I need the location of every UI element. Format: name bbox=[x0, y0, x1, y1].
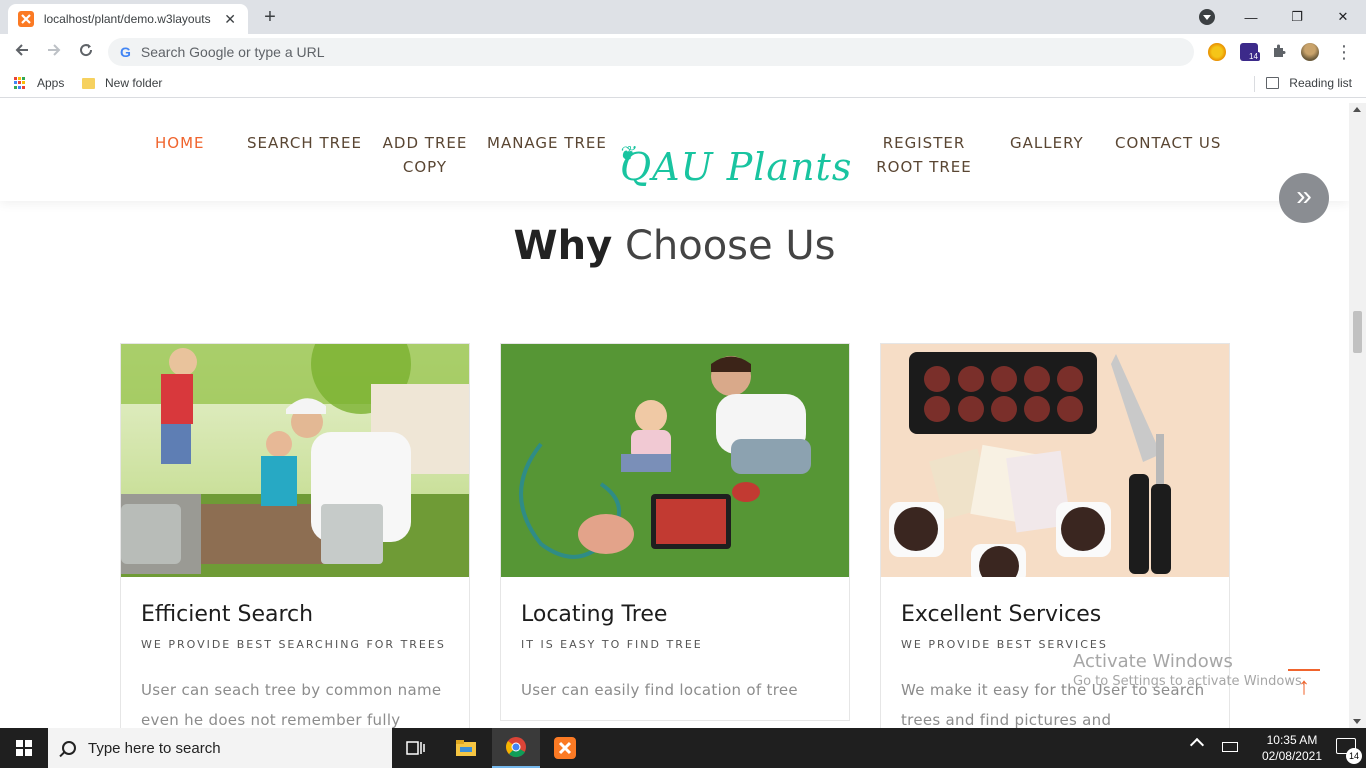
watermark-title: Activate Windows bbox=[1073, 651, 1233, 672]
gardening-family-photo bbox=[121, 344, 469, 577]
task-view-icon[interactable] bbox=[392, 728, 440, 768]
taskbar-search-placeholder: Type here to search bbox=[88, 739, 221, 757]
extension-icon[interactable] bbox=[1208, 43, 1226, 61]
reading-list-button[interactable]: Reading list bbox=[1266, 76, 1352, 90]
site-logo[interactable]: ❦ QAU Plants bbox=[618, 141, 853, 189]
new-tab-button[interactable]: + bbox=[258, 6, 282, 28]
back-icon[interactable] bbox=[10, 40, 34, 64]
card-text: User can seach tree by common name even … bbox=[141, 681, 442, 728]
start-button[interactable] bbox=[0, 728, 48, 768]
double-chevron-right-button[interactable]: » bbox=[1279, 173, 1329, 223]
watermark-subtitle: Go to Settings to activate Windows. bbox=[1073, 674, 1306, 689]
card-title: Locating Tree bbox=[521, 602, 668, 627]
avatar[interactable] bbox=[1301, 43, 1319, 61]
card-title: Excellent Services bbox=[901, 602, 1102, 627]
puzzle-icon[interactable] bbox=[1271, 43, 1289, 61]
feature-card-locating-tree: Locating Tree IT IS EASY TO FIND TREE Us… bbox=[500, 343, 850, 721]
bookmarks-bar: Apps New folder Reading list bbox=[0, 70, 1366, 98]
minimize-button[interactable]: — bbox=[1228, 10, 1274, 25]
card-subtitle: WE PROVIDE BEST SERVICES bbox=[901, 638, 1108, 651]
nav-add-tree-copy[interactable]: ADD TREE COPY bbox=[382, 131, 468, 179]
bookmark-label: New folder bbox=[105, 76, 163, 90]
bookmarks-divider bbox=[1254, 76, 1255, 92]
education-extension-icon[interactable]: 14 bbox=[1240, 43, 1260, 61]
browser-tab-strip: localhost/plant/demo.w3layouts ✕ + — ❐ ✕ bbox=[0, 0, 1366, 34]
activate-windows-watermark: Activate Windows Go to Settings to activ… bbox=[1073, 651, 1306, 689]
scroll-up-icon[interactable] bbox=[1353, 107, 1361, 112]
clock-date: 02/08/2021 bbox=[1261, 749, 1322, 763]
file-explorer-icon[interactable] bbox=[442, 728, 490, 768]
section-title-light: Choose Us bbox=[624, 223, 836, 269]
folder-icon bbox=[82, 77, 95, 89]
card-title: Efficient Search bbox=[141, 602, 314, 627]
chrome-taskbar-icon[interactable] bbox=[492, 728, 540, 768]
reading-list-label: Reading list bbox=[1289, 76, 1352, 90]
nav-contact-us[interactable]: CONTACT US bbox=[1115, 131, 1221, 155]
notification-badge: 14 bbox=[1346, 748, 1362, 764]
tab-close-icon[interactable]: ✕ bbox=[222, 11, 238, 28]
back-to-top-button[interactable]: ↑ bbox=[1288, 669, 1320, 703]
logo-text: QAU Plants bbox=[620, 145, 853, 189]
scroll-thumb[interactable] bbox=[1353, 311, 1362, 353]
nav-register-root-tree[interactable]: REGISTER ROOT TREE bbox=[876, 131, 972, 179]
close-window-button[interactable]: ✕ bbox=[1320, 9, 1366, 25]
xampp-taskbar-icon[interactable] bbox=[541, 728, 589, 768]
page-scrollbar[interactable] bbox=[1349, 103, 1366, 728]
picking-strawberries-photo bbox=[501, 344, 849, 577]
browser-tab[interactable]: localhost/plant/demo.w3layouts ✕ bbox=[8, 4, 248, 34]
nav-home[interactable]: HOME bbox=[155, 131, 205, 155]
reading-list-icon bbox=[1266, 77, 1280, 89]
address-bar-placeholder: Search Google or type a URL bbox=[140, 44, 325, 60]
chevron-up-icon[interactable] bbox=[1189, 737, 1205, 753]
tab-search-icon[interactable] bbox=[1199, 9, 1215, 25]
section-title-bold: Why bbox=[513, 223, 613, 269]
bookmark-apps[interactable]: Apps bbox=[14, 76, 64, 90]
card-text: User can easily find location of tree bbox=[521, 681, 798, 699]
xampp-favicon-icon bbox=[18, 11, 34, 27]
window-controls: — ❐ ✕ bbox=[1228, 0, 1366, 34]
bookmark-new-folder[interactable]: New folder bbox=[82, 76, 162, 90]
seedlings-tools-photo bbox=[881, 344, 1229, 577]
tab-title: localhost/plant/demo.w3layouts bbox=[43, 12, 211, 26]
reload-icon[interactable] bbox=[74, 40, 98, 64]
maximize-button[interactable]: ❐ bbox=[1274, 9, 1320, 25]
extension-badge: 14 bbox=[1247, 52, 1260, 61]
taskbar-search-box[interactable]: Type here to search bbox=[48, 728, 392, 768]
section-title: Why Choose Us bbox=[0, 223, 1349, 269]
leaf-icon: ❦ bbox=[618, 141, 636, 165]
browser-toolbar: G Search Google or type a URL 14 ⋮ bbox=[0, 34, 1366, 70]
taskbar-clock[interactable]: 10:35 AM 02/08/2021 bbox=[1262, 732, 1322, 764]
windows-logo-icon bbox=[16, 740, 32, 756]
bookmark-label: Apps bbox=[37, 76, 65, 90]
site-header: HOME SEARCH TREE ADD TREE COPY MANAGE TR… bbox=[0, 103, 1349, 201]
google-icon: G bbox=[120, 44, 131, 60]
search-icon bbox=[62, 741, 76, 755]
address-bar[interactable]: G Search Google or type a URL bbox=[108, 38, 1194, 66]
card-subtitle: IT IS EASY TO FIND TREE bbox=[521, 638, 703, 651]
apps-grid-icon bbox=[14, 76, 27, 90]
battery-icon[interactable] bbox=[1222, 742, 1238, 752]
nav-search-tree[interactable]: SEARCH TREE bbox=[247, 131, 362, 155]
nav-manage-tree[interactable]: MANAGE TREE bbox=[487, 131, 607, 155]
clock-time: 10:35 AM bbox=[1266, 733, 1318, 747]
windows-taskbar: Type here to search 10:35 AM 02/08/2021 … bbox=[0, 728, 1366, 768]
feature-card-efficient-search: Efficient Search WE PROVIDE BEST SEARCHI… bbox=[120, 343, 470, 728]
nav-gallery[interactable]: GALLERY bbox=[1010, 131, 1084, 155]
menu-kebab-icon[interactable]: ⋮ bbox=[1332, 40, 1356, 64]
forward-icon[interactable] bbox=[42, 40, 66, 64]
scroll-down-icon[interactable] bbox=[1353, 719, 1361, 724]
page-viewport: HOME SEARCH TREE ADD TREE COPY MANAGE TR… bbox=[0, 103, 1349, 728]
card-subtitle: WE PROVIDE BEST SEARCHING FOR TREES bbox=[141, 638, 446, 651]
